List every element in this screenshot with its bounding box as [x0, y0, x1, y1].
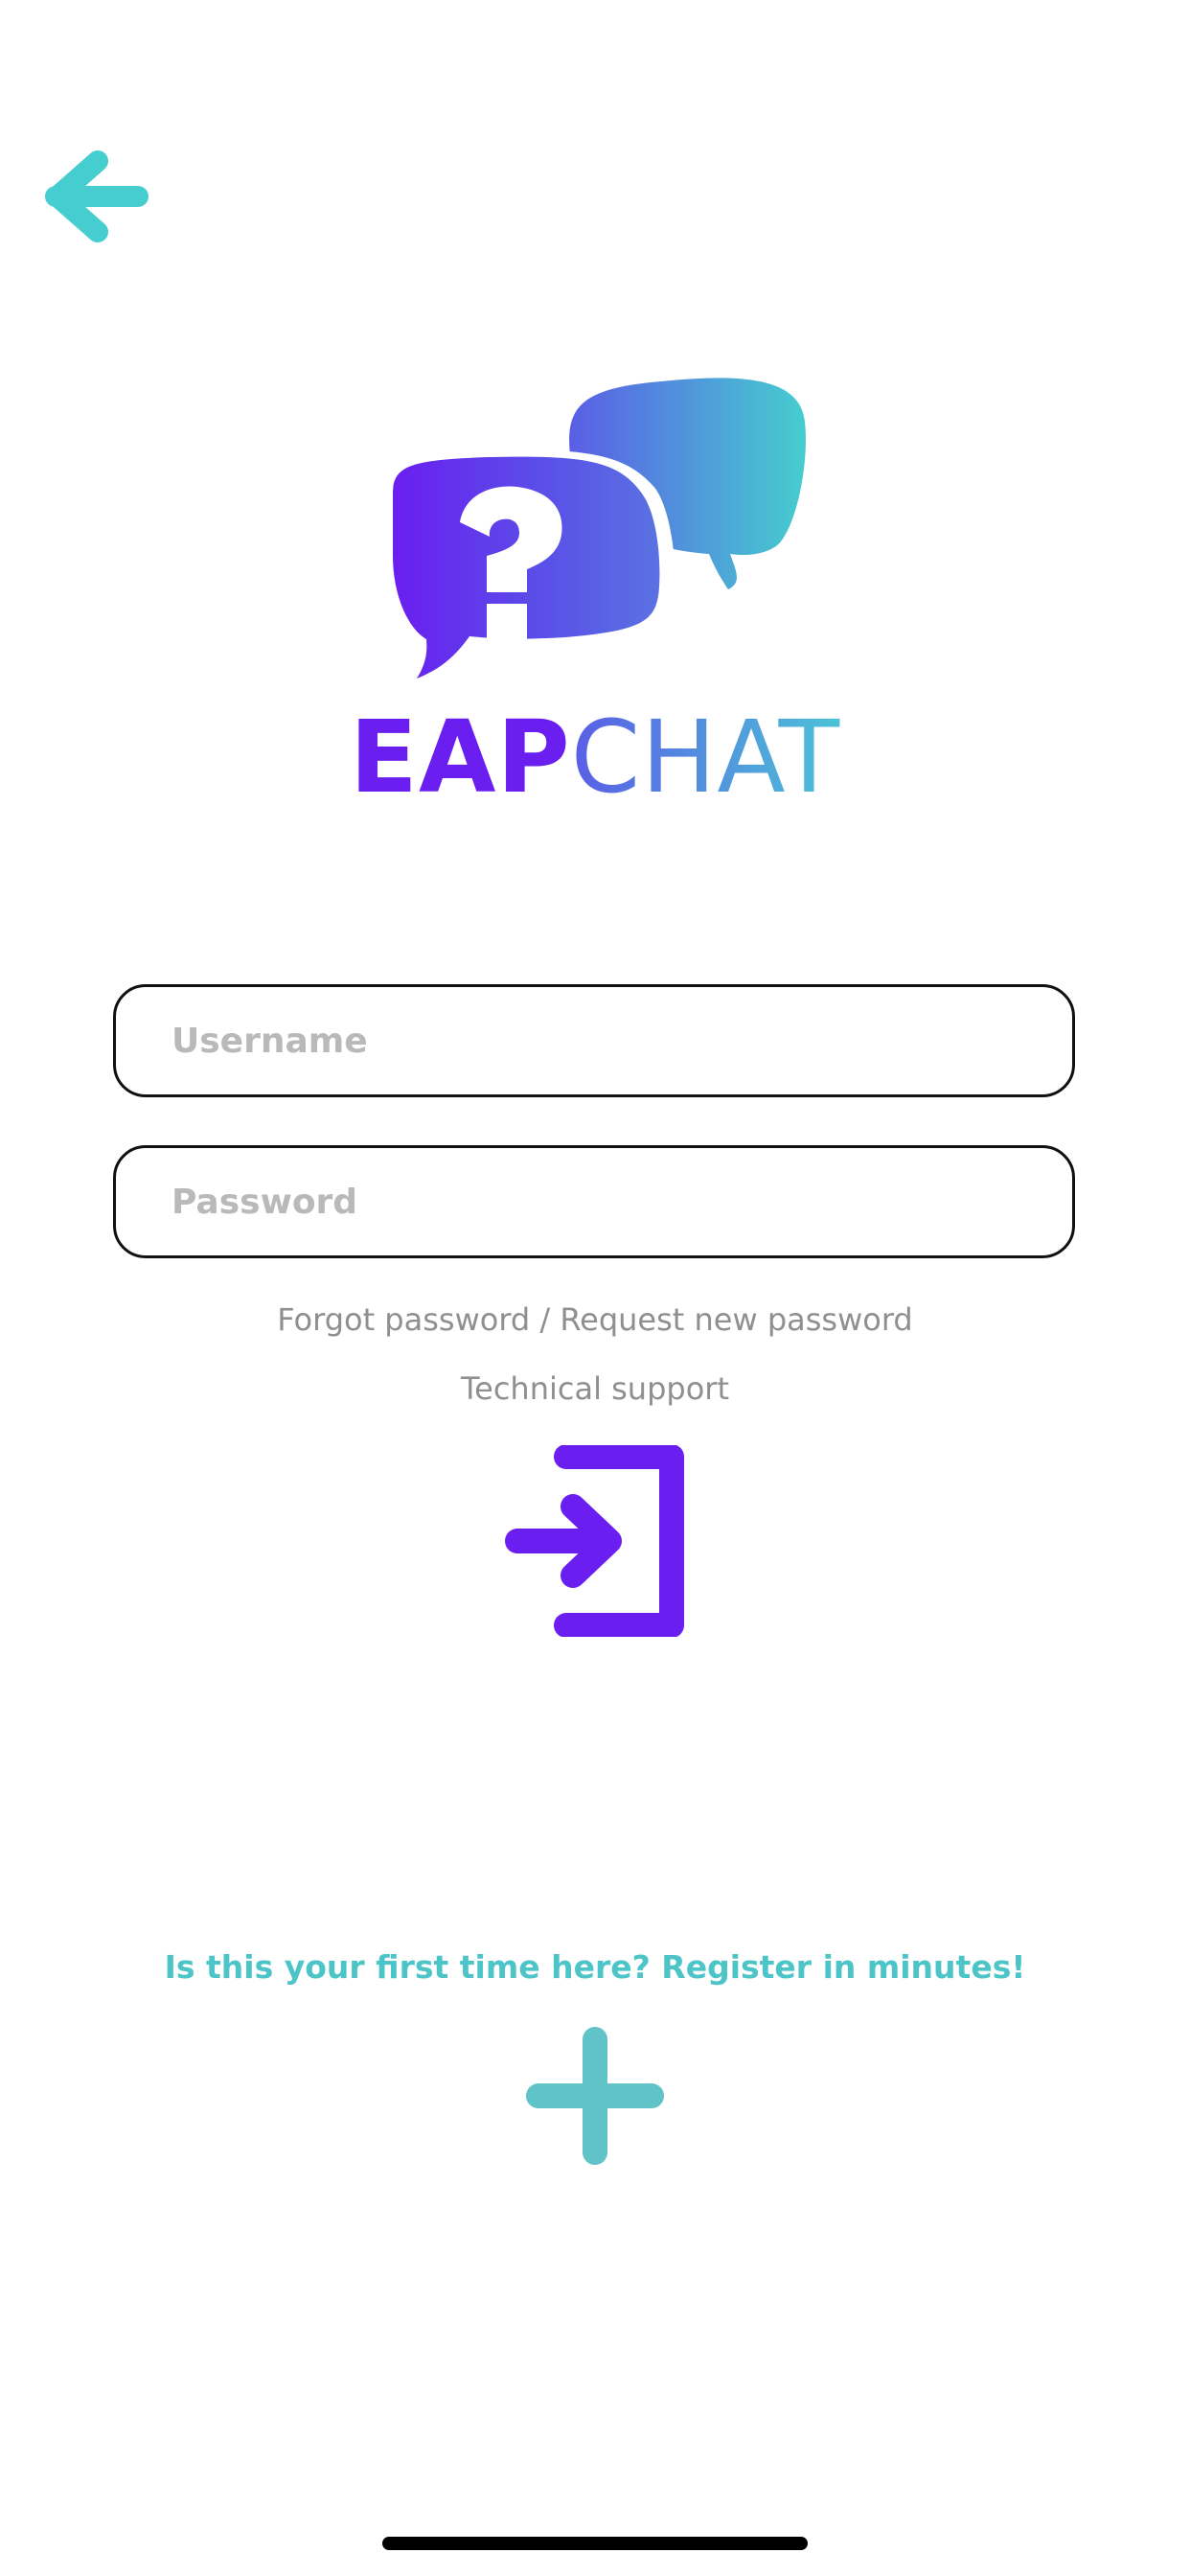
app-wordmark: EAPCHAT — [0, 704, 1190, 810]
forgot-password-link[interactable]: Forgot password / Request new password — [0, 1301, 1190, 1338]
brand-name-bold: EAP — [349, 699, 571, 816]
password-field-container — [113, 1145, 1075, 1258]
sign-in-icon — [505, 1444, 684, 1638]
username-input[interactable] — [116, 987, 1072, 1094]
register-prompt-link[interactable]: Is this your first time here? Register i… — [0, 1948, 1190, 1986]
login-button[interactable] — [504, 1444, 686, 1638]
brand-name-light: CHAT — [570, 699, 841, 816]
register-button[interactable] — [525, 2026, 665, 2166]
technical-support-link[interactable]: Technical support — [0, 1370, 1190, 1407]
username-field-container — [113, 984, 1075, 1097]
arrow-left-icon — [45, 150, 149, 242]
app-logo — [374, 364, 824, 693]
password-input[interactable] — [116, 1148, 1072, 1255]
home-indicator[interactable] — [382, 2537, 808, 2550]
plus-icon — [526, 2027, 664, 2165]
back-button[interactable] — [38, 144, 153, 249]
speech-bubbles-question-icon — [378, 378, 806, 693]
